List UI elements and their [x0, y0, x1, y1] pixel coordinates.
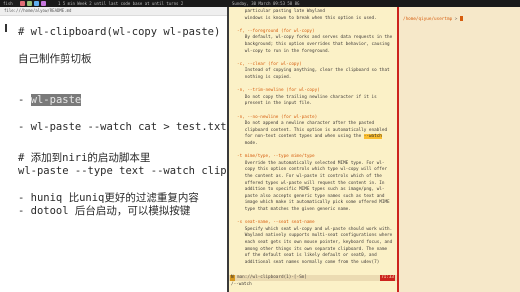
shell-prompt[interactable]: /home/qiyue/usertmp >	[403, 16, 463, 22]
markdown-editor-pane[interactable]: file:///home/alyow/README.md # wl-clipbo…	[0, 7, 227, 292]
manpage-line: -n, --no-newline (for wl-paste)	[237, 114, 318, 120]
clock-status: Sunday, 30 March 09:53 58 8G	[232, 1, 300, 6]
manpage-line: -s seat-name, --seat seat-name	[237, 220, 315, 226]
manpage-line: -f, --foreground (for wl-copy)	[237, 28, 315, 34]
terminal-pane[interactable]: /home/qiyue/usertmp >	[399, 7, 520, 292]
manpage-line: present in the input file.	[237, 101, 313, 107]
manpage-line: offered types wl-paste will request the …	[237, 180, 385, 186]
manpage-line: paste also accepts generic type names su…	[237, 193, 385, 199]
manpage-line: nothing is copied.	[237, 75, 292, 80]
workspace-indicator-4[interactable]	[41, 1, 46, 6]
cursor-position: 71:33	[380, 275, 395, 281]
manpage-pane[interactable]: particular pasting late Wayland windows …	[229, 7, 397, 292]
selected-text: wl-paste	[30, 94, 82, 106]
manpage-line: -n, --trim-newline (for wl-copy)	[237, 88, 320, 94]
mode-indicator: N	[230, 275, 235, 281]
manpage-line: addition to specific MIME types such as …	[237, 187, 385, 193]
manpage-line: each seat gets its own mouse pointer, ke…	[237, 240, 393, 245]
manpage-line: Specify which seat wl-copy and wl-paste …	[237, 226, 393, 232]
heading-line: # wl-clipboard(wl-copy wl-paste)	[18, 26, 221, 38]
list-item: - wl-paste	[18, 94, 82, 106]
manpage-line: of the default seat is likely default or…	[237, 253, 377, 259]
workspace-indicator-3[interactable]	[34, 1, 39, 6]
manpage-line: Override the automatically selected MIME…	[237, 160, 385, 166]
manpage-line: image which make it automatically pick s…	[237, 200, 390, 206]
manpage-line: mode.	[237, 141, 258, 146]
window-titles: 1 5 min Week 2 until last code base at u…	[58, 1, 184, 6]
manpage-line: additional seat names normally come from…	[237, 259, 380, 265]
app-label: fish	[3, 1, 13, 6]
manpage-line: for non-text content types and when usin…	[237, 134, 382, 140]
manpage-line: particular pasting late Wayland	[237, 9, 325, 14]
manpage-line: clipboard content. This option is automa…	[237, 127, 388, 133]
manpage-line: -c, --clear (for wl-copy)	[237, 61, 302, 67]
search-match-highlight: --watch	[363, 134, 382, 140]
manpage-line: copy this option controls which type wl-…	[237, 167, 388, 173]
list-item: - huniq 比uniq更好的过滤重复内容	[18, 192, 199, 204]
manpage-line: Instead of copying anything, clear the c…	[237, 68, 390, 74]
manpage-line: Do not copy the trailing newline charact…	[237, 94, 377, 100]
command-line: wl-paste --type text --watch clipgirl -s	[18, 165, 227, 177]
prompt-symbol: >	[454, 17, 458, 22]
manpage-line: type that matches the given generic name…	[237, 207, 351, 212]
manpage-line: among other things its own separate clip…	[237, 246, 388, 252]
status-line: Nman://wl-clipboard(1)-[-Sm] 71:33	[229, 275, 397, 281]
heading-line: # 添加到niri的启动脚本里	[18, 152, 151, 164]
workspace-indicator-2[interactable]	[27, 1, 32, 6]
top-status-bar: fish 1 5 min Week 2 until last code base…	[0, 0, 520, 7]
manpage-line: the content as. For wl-paste it controls…	[237, 174, 382, 179]
list-item: - wl-paste --watch cat > test.txt	[18, 121, 227, 133]
manpage-line: wl-copy to run in the foreground.	[237, 48, 331, 54]
search-command-line[interactable]: /--watch	[231, 282, 252, 288]
terminal-cursor	[459, 16, 463, 21]
manpage-line: background; this option overrides that b…	[237, 42, 390, 47]
cwd-path: /home/qiyue/usertmp	[403, 17, 453, 22]
buffer-name: man://wl-clipboard(1)-[-Sm]	[237, 275, 307, 280]
text-line: 自己制作剪切板	[18, 53, 92, 65]
editor-tab[interactable]: file:///home/alyow/README.md	[0, 7, 227, 16]
manpage-line: -t mime/type, --type mime/type	[237, 154, 315, 160]
manpage-line: Wayland natively supports multi-seat con…	[237, 233, 393, 239]
manpage-line: Do not append a newline character after …	[237, 121, 375, 127]
workspace-indicator-1[interactable]	[20, 1, 25, 6]
list-item: - dotool 后台启动，可以模拟按键	[18, 205, 191, 217]
editor-document[interactable]: # wl-clipboard(wl-copy wl-paste) 自己制作剪切板…	[0, 16, 227, 218]
manpage-line: By default, wl-copy forks and serves dat…	[237, 35, 393, 41]
manpage-line: windows is known to break when this opti…	[237, 15, 377, 21]
